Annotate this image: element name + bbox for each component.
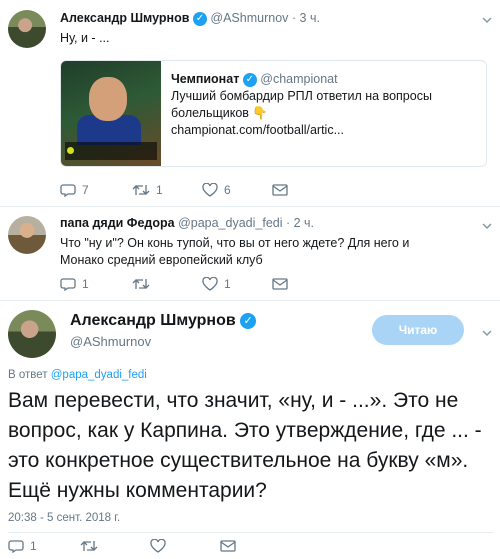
card-source-handle: @championat bbox=[260, 72, 338, 86]
like-button[interactable]: 1 bbox=[202, 277, 272, 291]
author-handle[interactable]: @AShmurnov bbox=[70, 334, 151, 349]
tweet-header: Александр Шмурнов ✓ @AShmurnov · 3 ч. bbox=[60, 11, 320, 26]
author-name[interactable]: папа дяди Федора bbox=[60, 216, 175, 230]
divider bbox=[0, 300, 500, 301]
card-source-name: Чемпионат bbox=[171, 72, 240, 86]
retweet-icon bbox=[132, 185, 150, 195]
tweet-time[interactable]: · 2 ч. bbox=[286, 216, 314, 230]
dm-button[interactable] bbox=[220, 539, 236, 553]
retweet-icon bbox=[80, 541, 98, 551]
reply-button[interactable]: 1 bbox=[8, 539, 80, 553]
heart-icon bbox=[202, 183, 218, 197]
author-name[interactable]: Александр Шмурнов bbox=[60, 11, 189, 25]
chevron-down-icon[interactable] bbox=[482, 218, 492, 230]
verified-icon: ✓ bbox=[192, 11, 207, 26]
dm-button[interactable] bbox=[272, 183, 288, 197]
like-button[interactable]: 6 bbox=[202, 183, 272, 197]
tweet-text: Ну, и - ... bbox=[60, 31, 110, 45]
card-image bbox=[61, 61, 161, 166]
author-handle[interactable]: @AShmurnov bbox=[210, 11, 288, 25]
envelope-icon bbox=[272, 184, 288, 196]
reply-to-handle[interactable]: @papa_dyadi_fedi bbox=[51, 369, 147, 381]
divider bbox=[8, 532, 494, 533]
retweet-button[interactable] bbox=[132, 277, 202, 291]
envelope-icon bbox=[272, 278, 288, 290]
tweet-actions: 7 1 6 bbox=[60, 183, 288, 197]
avatar[interactable] bbox=[8, 216, 46, 254]
reply-button[interactable]: 1 bbox=[60, 277, 132, 291]
tweet-text: Вам перевести, что значит, «ну, и - ...»… bbox=[8, 389, 482, 502]
retweet-button[interactable]: 1 bbox=[132, 183, 202, 197]
like-count: 1 bbox=[224, 277, 231, 291]
heart-icon bbox=[202, 277, 218, 291]
card-link: championat.com/football/artic... bbox=[171, 123, 344, 137]
verified-icon: ✓ bbox=[242, 72, 257, 87]
chevron-down-icon[interactable] bbox=[482, 12, 492, 24]
retweet-count: 1 bbox=[156, 183, 163, 197]
retweet-icon bbox=[132, 279, 150, 289]
avatar[interactable] bbox=[8, 310, 56, 358]
link-card[interactable]: Чемпионат ✓ @championat Лучший бомбардир… bbox=[60, 60, 487, 167]
like-count: 6 bbox=[224, 183, 231, 197]
reply-icon bbox=[60, 184, 76, 197]
tweet-actions: 1 bbox=[8, 539, 236, 553]
heart-icon bbox=[150, 539, 166, 553]
dm-button[interactable] bbox=[272, 277, 288, 291]
avatar[interactable] bbox=[8, 10, 46, 48]
verified-icon: ✓ bbox=[240, 312, 257, 329]
reply-count: 1 bbox=[82, 277, 89, 291]
chevron-down-icon[interactable] bbox=[482, 325, 492, 337]
like-button[interactable] bbox=[150, 539, 220, 553]
divider bbox=[0, 206, 500, 207]
reply-to: В ответ @papa_dyadi_fedi bbox=[8, 369, 147, 381]
envelope-icon bbox=[220, 540, 236, 552]
author-handle[interactable]: @papa_dyadi_fedi bbox=[178, 216, 282, 230]
card-headline: Лучший бомбардир РПЛ ответил на вопросы … bbox=[171, 89, 432, 120]
tweet-text: Что "ну и"? Он конь тупой, что вы от нег… bbox=[60, 236, 410, 267]
retweet-button[interactable] bbox=[80, 539, 150, 553]
reply-icon bbox=[60, 278, 76, 291]
reply-count: 7 bbox=[82, 183, 89, 197]
author-row: Александр Шмурнов ✓ bbox=[70, 312, 257, 330]
following-button[interactable]: Читаю bbox=[372, 315, 464, 345]
author-name[interactable]: Александр Шмурнов bbox=[70, 312, 236, 329]
tweet-actions: 1 1 bbox=[60, 277, 288, 291]
reply-count: 1 bbox=[30, 539, 37, 553]
reply-to-prefix: В ответ bbox=[8, 369, 48, 381]
reply-icon bbox=[8, 540, 24, 553]
reply-button[interactable]: 7 bbox=[60, 183, 132, 197]
tweet-header: папа дяди Федора @papa_dyadi_fedi · 2 ч. bbox=[60, 216, 314, 230]
tweet-timestamp[interactable]: 20:38 - 5 сент. 2018 г. bbox=[8, 512, 120, 524]
tweet-time[interactable]: · 3 ч. bbox=[292, 11, 320, 25]
